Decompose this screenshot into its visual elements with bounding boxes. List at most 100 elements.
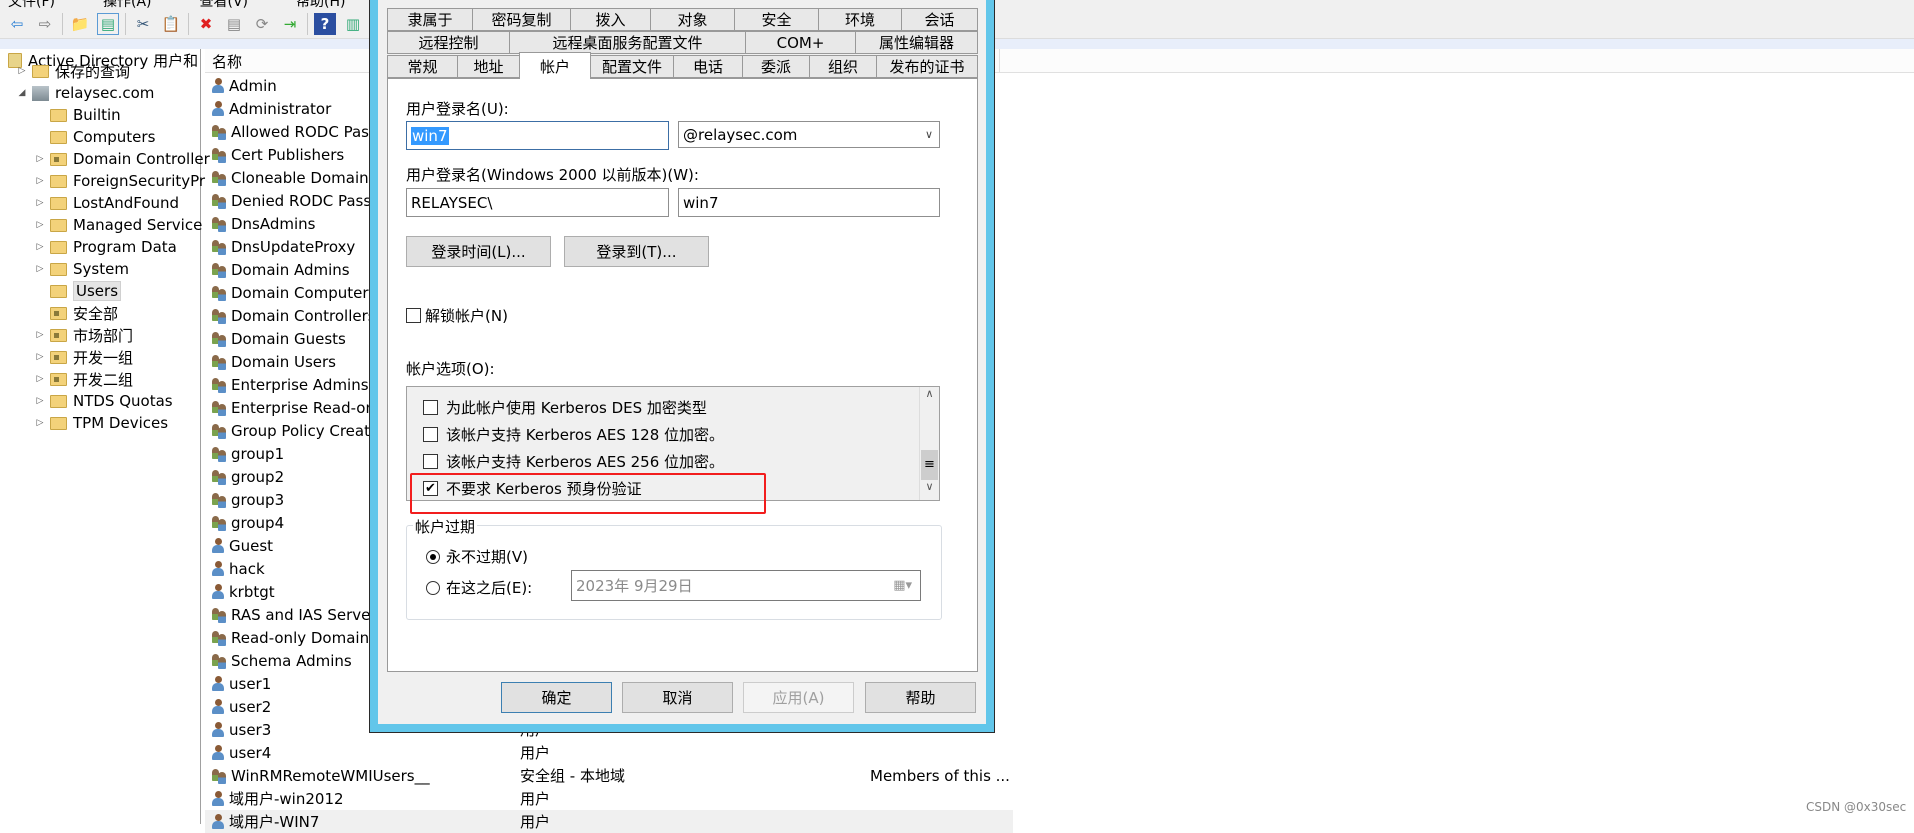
expand-icon[interactable]: ▷ <box>34 352 46 362</box>
name-cell: krbtgt <box>211 583 275 601</box>
row-type: 用户 <box>520 813 551 831</box>
name-cell: Admin <box>211 77 277 95</box>
tree-item-managed-service[interactable]: ▷ Managed Service <box>34 214 203 236</box>
cut-icon[interactable]: ✂ <box>132 13 154 35</box>
tab-组织[interactable]: 组织 <box>809 55 877 78</box>
tree-item-市场部门[interactable]: ▷ 市场部门 <box>34 324 133 346</box>
tab-常规[interactable]: 常规 <box>387 55 458 78</box>
properties-icon[interactable]: ▤ <box>223 13 245 35</box>
ok-button[interactable]: 确定 <box>501 682 612 713</box>
tree-item-users[interactable]: Users <box>34 280 122 302</box>
name-cell: user2 <box>211 698 271 716</box>
paste-icon[interactable]: 📋 <box>160 13 182 35</box>
tree-item-开发一组[interactable]: ▷ 开发一组 <box>34 346 133 368</box>
tab-COM+[interactable]: COM+ <box>745 31 856 54</box>
apply-button[interactable]: 应用(A) <box>743 682 854 713</box>
tree-item-builtin[interactable]: Builtin <box>34 104 121 126</box>
account-option[interactable]: 该帐户支持 Kerberos AES 256 位加密。 <box>423 451 724 472</box>
never-expires-radio[interactable]: 永不过期(V) <box>426 546 528 567</box>
tree-item-ntds-quotas[interactable]: ▷ NTDS Quotas <box>34 390 173 412</box>
expand-icon[interactable]: ▷ <box>34 220 46 230</box>
help-button[interactable]: 帮助 <box>865 682 976 713</box>
expand-icon[interactable]: ▷ <box>34 396 46 406</box>
account-option[interactable]: 该帐户支持 Kerberos AES 128 位加密。 <box>423 424 724 445</box>
expiry-date-picker[interactable]: 2023年 9月29日 ▦▾ <box>571 570 921 601</box>
group-icon <box>211 492 227 508</box>
name-cell: Schema Admins <box>211 652 352 670</box>
action-pane-icon[interactable]: ▥ <box>342 13 364 35</box>
expand-icon[interactable]: ▷ <box>16 66 28 76</box>
tab-地址[interactable]: 地址 <box>457 55 520 78</box>
export-icon[interactable]: ⇥ <box>279 13 301 35</box>
tree-item-foreignsecuritypr[interactable]: ▷ ForeignSecurityPr <box>34 170 206 192</box>
calendar-icon[interactable]: ▦▾ <box>893 578 912 593</box>
options-scrollbar[interactable]: ∧ ≡ ∨ <box>919 387 939 500</box>
tree-item-domain-controller[interactable]: ▷ Domain Controller <box>34 148 210 170</box>
logon-hours-button[interactable]: 登录时间(L)... <box>406 236 551 267</box>
expand-icon[interactable]: ▷ <box>34 418 46 428</box>
logon-name-input[interactable]: win7 <box>406 121 669 150</box>
name-cell: Guest <box>211 537 273 555</box>
up-folder-icon[interactable]: 📁 <box>69 13 91 35</box>
tree-item-program-data[interactable]: ▷ Program Data <box>34 236 177 258</box>
expand-icon[interactable]: ▷ <box>34 198 46 208</box>
user-icon <box>211 698 225 715</box>
column-name[interactable]: 名称 <box>212 51 242 72</box>
back-icon[interactable]: ⇦ <box>6 13 28 35</box>
scroll-thumb[interactable]: ≡ <box>921 450 938 480</box>
show-hide-tree-icon[interactable]: ▤ <box>97 12 119 35</box>
tab-委派[interactable]: 委派 <box>742 55 810 78</box>
tab-远程控制[interactable]: 远程控制 <box>387 31 510 54</box>
tree-item-computers[interactable]: Computers <box>34 126 155 148</box>
logon-to-button[interactable]: 登录到(T)... <box>564 236 709 267</box>
row-name: DnsUpdateProxy <box>231 237 356 256</box>
list-row[interactable]: WinRMRemoteWMIUsers__ 安全组 - 本地域 Members of… <box>205 764 1013 787</box>
tab-电话[interactable]: 电话 <box>673 55 743 78</box>
expand-icon[interactable]: ▷ <box>34 242 46 252</box>
cancel-button[interactable]: 取消 <box>622 682 733 713</box>
tree-item-安全部[interactable]: 安全部 <box>34 302 118 324</box>
domain-suffix-select[interactable]: @relaysec.com ∨ <box>678 121 940 148</box>
tree-item-保存的查询[interactable]: ▷ 保存的查询 <box>16 60 130 82</box>
name-cell: user1 <box>211 675 271 693</box>
unlock-account-checkbox[interactable]: 解锁帐户(N) <box>406 305 508 326</box>
tab-对象[interactable]: 对象 <box>650 8 735 31</box>
expand-icon[interactable]: ▷ <box>34 330 46 340</box>
tab-密码复制[interactable]: 密码复制 <box>472 8 571 31</box>
tree-item-tpm-devices[interactable]: ▷ TPM Devices <box>34 412 169 434</box>
tab-环境[interactable]: 环境 <box>818 8 902 31</box>
expand-icon[interactable]: ▷ <box>34 176 46 186</box>
tab-隶属于[interactable]: 隶属于 <box>387 8 473 31</box>
tab-帐户[interactable]: 帐户 <box>519 52 591 79</box>
group-icon <box>211 147 227 163</box>
scroll-up-icon[interactable]: ∧ <box>920 387 939 407</box>
help-icon[interactable]: ? <box>314 12 336 35</box>
tab-会话[interactable]: 会话 <box>901 8 978 31</box>
expand-icon[interactable]: ▷ <box>34 264 46 274</box>
tab-发布的证书[interactable]: 发布的证书 <box>876 55 978 78</box>
pre2000-username-input[interactable]: win7 <box>678 188 940 217</box>
end-of-radio[interactable]: 在这之后(E): <box>426 577 532 598</box>
forward-icon[interactable]: ⇨ <box>34 13 56 35</box>
expand-icon[interactable]: ▷ <box>34 154 46 164</box>
list-row[interactable]: 域用户-WIN7 用户 <box>205 810 1013 833</box>
tree-item-relaysec.com[interactable]: ◢ relaysec.com <box>16 82 155 104</box>
tab-配置文件[interactable]: 配置文件 <box>590 55 674 78</box>
expand-icon[interactable]: ◢ <box>16 88 28 98</box>
scroll-down-icon[interactable]: ∨ <box>920 480 939 500</box>
tree-item-开发二组[interactable]: ▷ 开发二组 <box>34 368 133 390</box>
toolbar-separator <box>188 12 189 35</box>
account-option[interactable]: 为此帐户使用 Kerberos DES 加密类型 <box>423 397 707 418</box>
list-row[interactable]: user4 用户 <box>205 741 1013 764</box>
expand-icon[interactable]: ▷ <box>34 374 46 384</box>
tab-远程桌面服务配置文件[interactable]: 远程桌面服务配置文件 <box>509 31 746 54</box>
tab-安全[interactable]: 安全 <box>734 8 819 31</box>
list-row[interactable]: 域用户-win2012 用户 <box>205 787 1013 810</box>
tree-item-lostandfound[interactable]: ▷ LostAndFound <box>34 192 180 214</box>
column-divider[interactable] <box>999 49 1000 73</box>
refresh-icon[interactable]: ⟳ <box>251 13 273 35</box>
tab-拨入[interactable]: 拨入 <box>570 8 651 31</box>
tree-item-system[interactable]: ▷ System <box>34 258 129 280</box>
delete-icon[interactable]: ✖ <box>195 13 217 35</box>
tab-属性编辑器[interactable]: 属性编辑器 <box>855 31 978 54</box>
